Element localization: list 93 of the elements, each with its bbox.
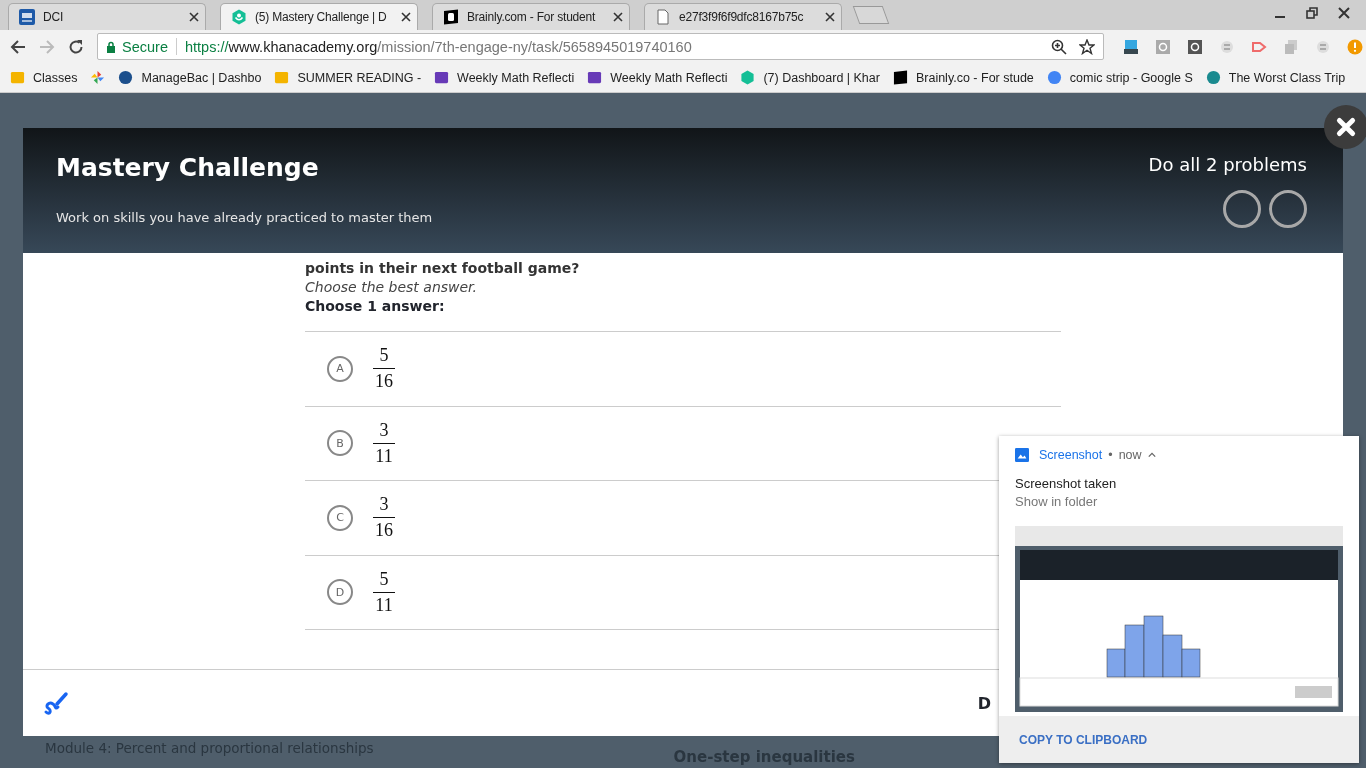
choice-letter: D [327,579,353,606]
extension-icon[interactable] [1123,38,1139,55]
tab-title: Brainly.com - For student [467,10,597,24]
reload-icon[interactable] [68,38,84,55]
bookmark-icon [434,70,450,85]
fraction-denominator: 11 [375,444,393,467]
bookmark-title: ManageBac | Dashbo [141,70,262,85]
fraction-denominator: 16 [375,519,393,542]
notification-app-name: Screenshot [1039,448,1103,462]
fraction-denominator: 11 [375,593,393,616]
prompt-text: Choose 1 answer: [305,298,446,314]
bookmark-title: Weekly Math Reflecti [610,70,728,85]
back-arrow-icon[interactable] [10,38,26,55]
bookmark-icon [10,70,25,85]
bookmark[interactable]: Weekly Math Reflecti [434,70,575,85]
bookmark-title: Brainly.co - For stude [915,70,1034,85]
bookmark[interactable]: The Worst Class Trip [1205,70,1346,85]
separator-dot: • [1108,448,1113,462]
fraction-numerator: 5 [373,345,395,370]
tab-title: (5) Mastery Challenge | D [255,10,388,24]
dialog-title: Mastery Challenge [56,153,320,182]
notification-title: Screenshot taken [1014,475,1118,491]
browser-tab[interactable]: e27f3f9f6f9dfc8167b75c [644,3,842,30]
fraction-numerator: 3 [373,494,395,519]
bookmark-icon [892,70,908,85]
bookmark[interactable]: Weekly Math Reflecti [587,70,728,85]
close-icon [1335,116,1357,138]
show-in-folder-link[interactable]: Show in folder [999,491,1114,509]
footer-text: D [977,693,991,713]
document-icon [655,9,671,25]
instruction-text: Choose the best answer. [305,279,479,295]
bookmark-title: comic strip - Google S [1069,70,1193,85]
url-scheme: https:// [184,38,229,55]
close-tab-icon[interactable] [189,12,199,22]
school-logo-icon [19,9,35,25]
fraction-denominator: 16 [375,370,393,393]
bookmark-title: SUMMER READING - [297,70,422,85]
choice-letter: C [327,504,353,531]
extension-icon[interactable] [1187,38,1203,55]
bookmark-icon [274,70,290,85]
copy-to-clipboard-button[interactable]: COPY TO CLIPBOARD [1019,732,1148,747]
pencil-scribble-icon[interactable] [43,690,69,716]
bookmark[interactable]: (7) Dashboard | Khar [740,70,880,85]
logo-icon [443,9,459,25]
bookmark[interactable]: comic strip - Google S [1046,70,1193,85]
address-bar[interactable]: Secure https://www.khanacademy.org/mission/7th-engage-ny/task/5658945019740160 [97,33,1104,60]
browser-tab[interactable]: (5) Mastery Challenge | D [220,3,418,30]
tab-title: DCI [43,10,65,24]
bookmark-icon [1205,70,1221,85]
hexagon-logo-icon [231,9,247,25]
caret-icon[interactable] [1147,452,1156,458]
star-icon[interactable] [1079,38,1095,55]
bookmark-icon [740,70,756,85]
fraction-numerator: 5 [373,568,395,593]
dialog-subtitle: Work on skills you have already practiced to master them [56,210,433,225]
restore-icon[interactable] [1306,7,1318,19]
bookmark-title: (7) Dashboard | Khar [763,70,880,85]
close-tab-icon[interactable] [401,12,411,22]
notification-time: now [1118,448,1142,462]
url-path: /mission/7th-engage-ny/task/5658945019740160 [377,38,692,55]
close-tab-icon[interactable] [825,12,835,22]
progress-label: Do all 2 problems [1148,154,1307,175]
choice-letter: A [327,355,353,382]
bookmark-title: Classes [33,70,78,85]
bookmark[interactable]: SUMMER READING - [274,70,422,85]
answer-choice[interactable]: C 3 16 [317,488,405,548]
choice-letter: B [327,430,353,457]
close-icon[interactable] [1338,7,1350,19]
question-text: points in their next football game? [305,260,581,276]
answer-choice[interactable]: D 5 11 [317,562,405,622]
bookmark[interactable]: ManageBac | Dashbo [118,70,262,85]
zoom-in-icon[interactable] [1051,38,1067,55]
secure-label: Secure [122,38,168,55]
bookmark-title: The Worst Class Trip [1228,70,1346,85]
bookmark[interactable]: Classes [10,70,78,85]
url-host: www.khanacademy.org [228,38,378,55]
lock-icon [106,40,116,53]
bookmark-icon [1046,70,1062,85]
fraction-numerator: 3 [373,419,395,444]
bookmark-icon [118,70,134,85]
tab-title: e27f3f9f6f9dfc8167b75c [679,10,805,24]
answer-choice[interactable]: A 5 16 [317,339,405,399]
screenshot-thumbnail-drawing[interactable] [1015,526,1343,712]
bookmark[interactable]: Brainly.co - For stude [892,70,1034,85]
browser-tab[interactable]: DCI [8,3,206,30]
pinwheel-icon[interactable] [90,70,106,85]
close-button[interactable] [1324,105,1366,149]
close-tab-icon[interactable] [613,12,623,22]
bookmark-icon [587,70,603,85]
image-icon [1015,448,1029,462]
bookmark-title: Weekly Math Reflecti [457,70,575,85]
browser-tab[interactable]: Brainly.com - For student [432,3,630,30]
answer-choice[interactable]: B 3 11 [317,413,405,473]
